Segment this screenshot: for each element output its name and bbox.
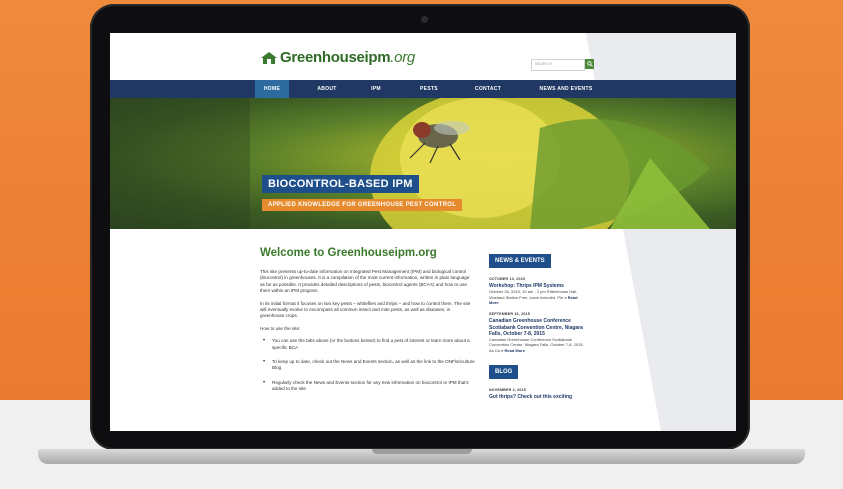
list-item: You can use the tabs above (or the butto… <box>260 338 475 351</box>
event-excerpt: October 26, 2015, 10 am - 2 pm Rittenhou… <box>489 289 584 305</box>
blog-title[interactable]: Got thrips? Check out this exciting <box>489 394 584 400</box>
hero-subtitle: APPLIED KNOWLEDGE FOR GREENHOUSE PEST CO… <box>262 199 463 211</box>
news-events-heading[interactable]: NEWS & EVENTS <box>489 254 551 268</box>
house-icon <box>261 51 277 64</box>
how-to-label: How to use the site: <box>260 325 301 331</box>
hero-banner: BIOCONTROL-BASED IPM APPLIED KNOWLEDGE F… <box>110 98 736 229</box>
webcam-icon <box>421 16 428 23</box>
focus-paragraph: In its initial format it focuses on two … <box>260 300 471 319</box>
nav-pests[interactable]: PESTS <box>411 80 447 98</box>
site-logo[interactable]: Greenhouseipm.org <box>260 49 415 66</box>
how-to-list: You can use the tabs above (or the butto… <box>260 338 475 392</box>
list-item: To keep up to date, check out the News a… <box>260 359 475 372</box>
event-title[interactable]: Canadian Greenhouse Conference Scotiaban… <box>489 318 584 337</box>
browser-screen: Greenhouseipm.org SEARCH HOME ABOUT IPM … <box>110 33 736 431</box>
list-item: Regularly check the News and Events sect… <box>260 380 475 393</box>
page-title: Welcome to Greenhouseipm.org <box>260 247 437 259</box>
logo-name: Greenhouseipm <box>280 49 391 66</box>
intro-paragraph: This site presents up-to-date informatio… <box>260 269 470 294</box>
blog-heading[interactable]: BLOG <box>489 365 519 380</box>
search-box: SEARCH <box>531 59 594 71</box>
blog-date: NOVEMBER 2, 2015 <box>489 388 526 393</box>
read-more-link[interactable]: > Read More <box>501 348 525 353</box>
main-content: Welcome to Greenhouseipm.org This site p… <box>260 247 475 401</box>
search-input[interactable]: SEARCH <box>531 59 585 71</box>
event-date: SEPTEMBER 16, 2015 <box>489 312 530 317</box>
nav-ipm[interactable]: IPM <box>361 80 391 98</box>
main-nav: HOME ABOUT IPM PESTS CONTACT NEWS AND EV… <box>110 80 736 98</box>
logo-tld: .org <box>390 49 415 66</box>
nav-contact[interactable]: CONTACT <box>467 80 509 98</box>
event-date: OCTOBER 13, 2015 <box>489 277 526 281</box>
sidebar: NEWS & EVENTS OCTOBER 13, 2015 Workshop:… <box>489 249 584 400</box>
laptop-notch <box>372 449 472 454</box>
hero-title: BIOCONTROL-BASED IPM <box>262 175 419 193</box>
search-button[interactable] <box>585 59 594 69</box>
event-excerpt: Canadian Greenhouse Conference Scotiaban… <box>489 337 584 353</box>
nav-news-events[interactable]: NEWS AND EVENTS <box>530 80 602 98</box>
nav-about[interactable]: ABOUT <box>307 80 347 98</box>
search-icon <box>586 61 593 67</box>
nav-home[interactable]: HOME <box>255 80 289 98</box>
